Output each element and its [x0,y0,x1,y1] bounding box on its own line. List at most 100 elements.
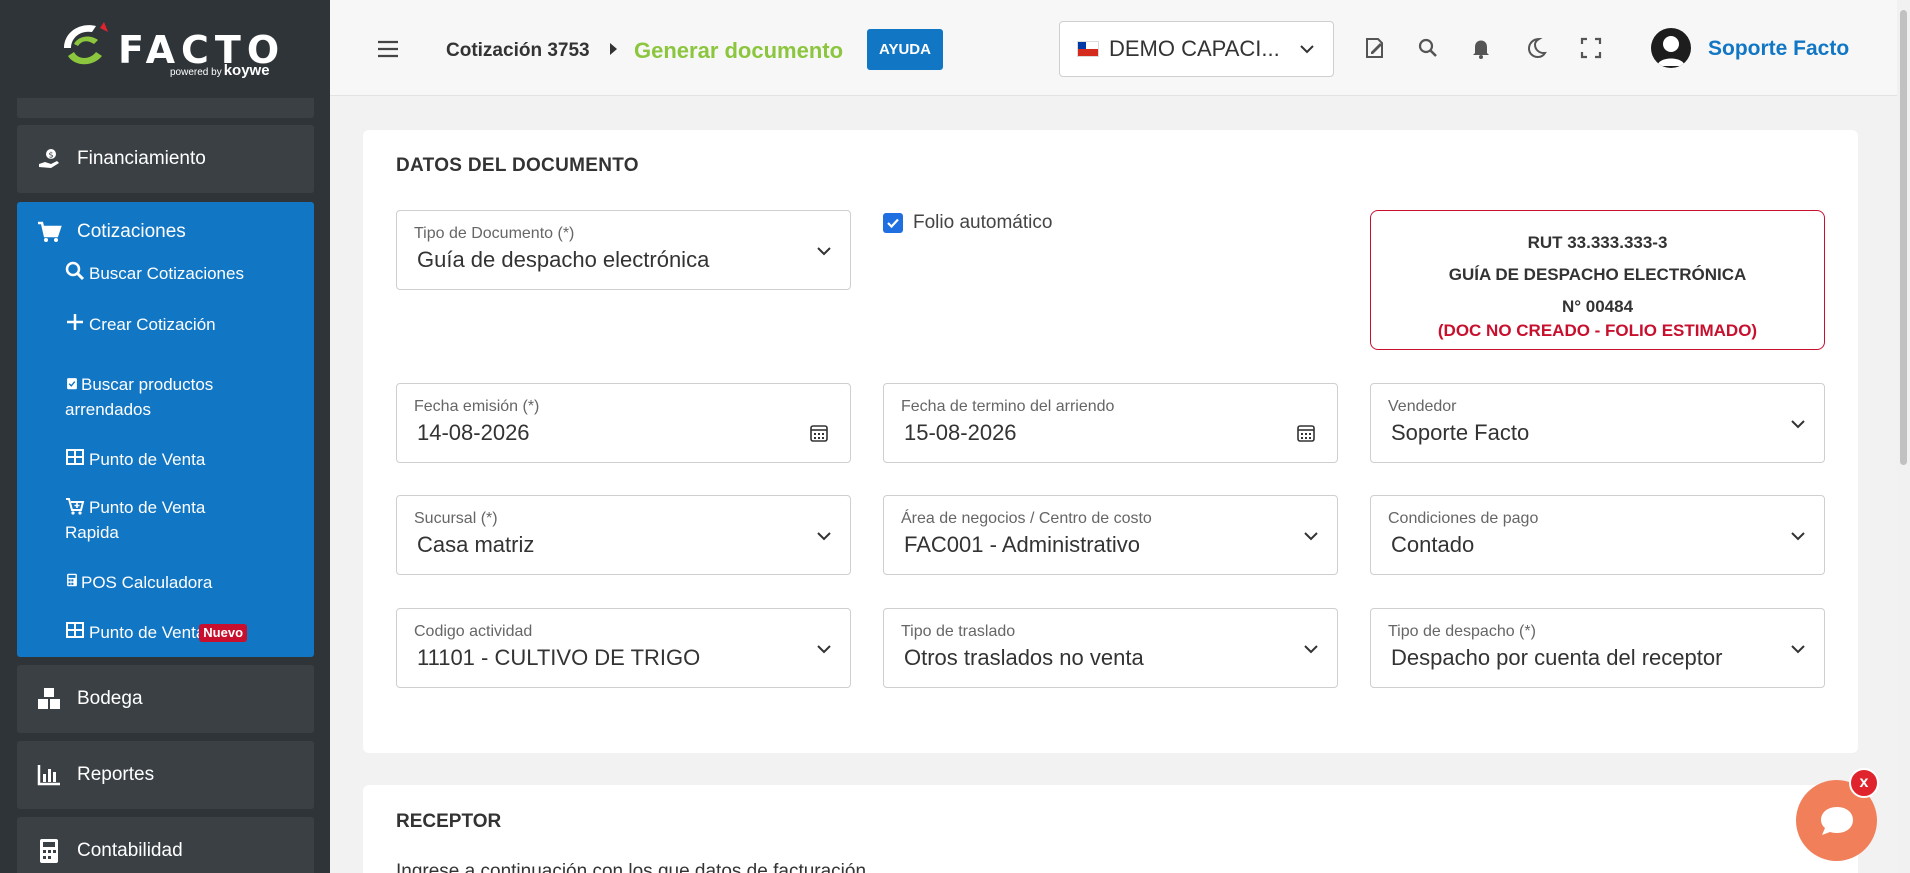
subitem-label: POS Calculadora [81,573,213,592]
logo-powered-by: powered by [170,67,222,78]
sidebar-item-cotizaciones[interactable]: Cotizaciones [17,218,186,246]
facto-swirl-icon [64,22,108,65]
grid-icon [66,449,84,465]
new-badge: Nuevo [199,623,248,642]
subitem-crear-cotizacion[interactable]: Crear Cotización [65,312,216,337]
subitem-label-2: arrendados [65,400,152,419]
user-avatar[interactable] [1651,28,1691,68]
chile-flag-icon [1077,41,1099,57]
chevron-down-icon [1304,645,1318,654]
codigo-actividad-select[interactable]: Codigo actividad 11101 - CULTIVO DE TRIG… [396,608,851,688]
company-selector[interactable]: DEMO CAPACI... [1059,21,1334,77]
help-button[interactable]: AYUDA [867,29,943,70]
breadcrumb-separator-icon [610,43,617,55]
field-value: Soporte Facto [1391,420,1530,445]
calculator-icon [67,573,77,587]
subitem-punto-de-venta-rapida[interactable]: Punto de Venta Rapida [65,495,205,545]
chevron-down-icon [1791,420,1805,429]
nav-collapsed-item[interactable] [17,98,314,118]
edit-document-icon[interactable] [1363,36,1387,60]
field-label: Sucursal (*) [414,510,498,527]
sidebar-item-financiamiento[interactable]: $ Financiamiento [17,125,314,193]
calendar-icon[interactable] [810,424,828,442]
clipboard-check-icon [67,378,77,390]
user-icon [1657,36,1685,66]
field-label: Fecha emisión (*) [414,398,540,415]
field-label: Área de negocios / Centro de costo [901,510,1152,527]
logo-powered: powered by koywe [170,63,270,78]
subitem-label: Punto de Venta [89,498,206,517]
sidebar: FACTO powered by koywe $ Financiamiento C… [0,0,330,873]
tipo-traslado-select[interactable]: Tipo de traslado Otros traslados no vent… [883,608,1338,688]
sidebar-item-contabilidad[interactable]: Contabilidad [17,817,314,873]
calendar-icon[interactable] [1297,424,1315,442]
fullscreen-icon[interactable] [1579,36,1603,60]
field-label: Tipo de traslado [901,623,1016,640]
fecha-emision-input[interactable]: Fecha emisión (*) 14-08-2026 [396,383,851,463]
folio-number-text: N° 00484 [1561,297,1634,316]
sidebar-item-bodega[interactable]: Bodega [17,665,314,733]
field-value: Guía de despacho electrónica [417,247,710,272]
chevron-down-icon [817,532,831,541]
hand-money-icon: $ [35,145,63,173]
breadcrumb-cotizacion[interactable]: Cotización 3753 [446,40,590,62]
page-scrollbar[interactable] [1897,0,1910,873]
sidebar-item-label: Reportes [77,764,155,785]
calculator-icon [35,837,63,865]
sidebar-item-label: Cotizaciones [77,221,186,242]
cart-icon [35,218,63,246]
hamburger-menu-icon[interactable] [377,40,399,58]
page-title: Generar documento [634,38,844,63]
subitem-punto-de-venta-nuevo[interactable]: Punto de Venta Nuevo [65,620,248,645]
subitem-buscar-cotizaciones[interactable]: Buscar Cotizaciones [65,261,244,286]
sucursal-select[interactable]: Sucursal (*) Casa matriz [396,495,851,575]
plus-icon [67,314,83,330]
subitem-label: Crear Cotización [89,315,216,334]
grid-icon [66,622,84,638]
scrollbar-thumb[interactable] [1900,10,1907,465]
sidebar-item-label: Financiamiento [77,148,206,169]
subitem-label-2: Rapida [65,523,119,542]
doc-type-text: GUÍA DE DESPACHO ELECTRÓNICA [1448,265,1747,284]
field-value: Casa matriz [417,532,535,557]
cart-plus-icon [66,498,85,515]
sidebar-item-label: Contabilidad [77,840,183,861]
area-negocios-select[interactable]: Área de negocios / Centro de costo FAC00… [883,495,1338,575]
user-name[interactable]: Soporte Facto [1708,37,1849,61]
chat-close-button[interactable]: x [1849,768,1879,798]
tipo-documento-select[interactable]: Tipo de Documento (*) Guía de despacho e… [396,210,851,290]
field-label: Tipo de despacho (*) [1388,623,1536,640]
subitem-label: Buscar productos [81,375,214,394]
chevron-down-icon [1791,645,1805,654]
subitem-punto-de-venta[interactable]: Punto de Venta [65,447,205,472]
bell-icon[interactable] [1469,36,1493,60]
facto-logo[interactable]: FACTO powered by koywe [0,0,330,95]
field-value: 14-08-2026 [417,420,530,445]
checkbox-checked-icon [883,213,903,233]
field-label: Condiciones de pago [1388,510,1539,527]
subitem-pos-calculadora[interactable]: POS Calculadora [65,570,212,595]
field-label: Vendedor [1388,398,1457,415]
folio-automatico-checkbox[interactable]: Folio automático [883,212,1052,234]
subitem-label: Punto de Venta [89,450,206,469]
fecha-termino-input[interactable]: Fecha de termino del arriendo 15-08-2026 [883,383,1338,463]
company-name: DEMO CAPACI... [1109,36,1280,61]
receptor-card: RECEPTOR Ingrese a continuación con los … [363,785,1858,873]
tipo-despacho-select[interactable]: Tipo de despacho (*) Despacho por cuenta… [1370,608,1825,688]
search-icon[interactable] [1416,36,1440,60]
condiciones-pago-select[interactable]: Condiciones de pago Contado [1370,495,1825,575]
chevron-down-icon [1300,45,1314,54]
chevron-down-icon [817,645,831,654]
chevron-down-icon [817,247,831,256]
vendedor-select[interactable]: Vendedor Soporte Facto [1370,383,1825,463]
document-folio-box: RUT 33.333.333-3 GUÍA DE DESPACHO ELECTR… [1370,210,1825,350]
logo-partner: koywe [223,62,270,79]
field-label: Codigo actividad [414,623,533,640]
boxes-icon [35,685,63,713]
field-value: Despacho por cuenta del receptor [1391,645,1723,670]
subitem-label: Buscar Cotizaciones [89,264,244,283]
subitem-buscar-productos[interactable]: Buscar productos arrendados [65,372,213,422]
topbar: Cotización 3753 Generar documento AYUDA … [330,0,1897,96]
sidebar-item-reportes[interactable]: Reportes [17,741,314,809]
moon-icon[interactable] [1524,36,1548,60]
